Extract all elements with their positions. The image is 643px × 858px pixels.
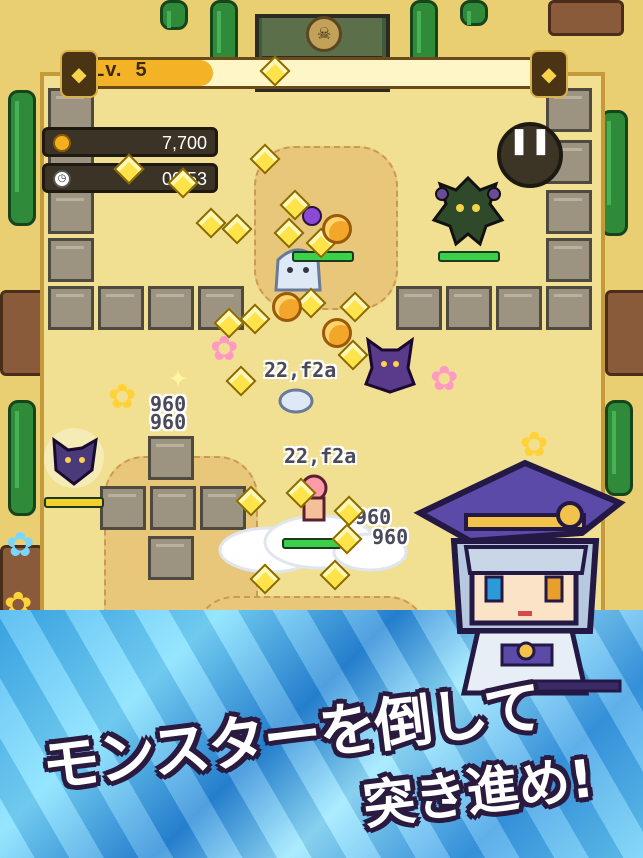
cactus-decoration [160, 0, 188, 30]
rock-decoration [605, 290, 643, 376]
flower-decoration: ✦ [168, 365, 189, 393]
damage-number: 960 [150, 410, 187, 434]
flower-decoration: ✿ [6, 525, 35, 565]
dark-tree-monster [431, 175, 505, 247]
clock-icon: ◷ [53, 170, 71, 188]
gold-coin-icon [322, 214, 352, 244]
coin-counter: 7,700 [42, 127, 218, 157]
stone-block [48, 190, 94, 234]
stone-block [148, 286, 194, 330]
flower-decoration: ✿ [108, 377, 137, 417]
stone-block [546, 190, 592, 234]
stone-block [396, 286, 442, 330]
enemy-hp-bar [438, 251, 500, 262]
rock-decoration [548, 0, 624, 36]
level-ornament-right-icon: ◆ [530, 50, 568, 98]
stone-block [98, 286, 144, 330]
level-text: Lv. 5 [92, 59, 148, 82]
stone-block [446, 286, 492, 330]
stone-block [48, 238, 94, 282]
coin-icon [53, 134, 71, 152]
stone-block [148, 536, 194, 580]
stone-block [546, 238, 592, 282]
gold-coin-icon [272, 292, 302, 322]
stone-block [546, 286, 592, 330]
damage-number: 22,f2a [264, 358, 337, 382]
flower-decoration: ✿ [210, 329, 239, 369]
white-spirit-monster [278, 388, 314, 414]
shadow-beast-monster [44, 428, 104, 488]
stone-block [496, 286, 542, 330]
pause-icon: ❚❚ [508, 126, 552, 156]
skull-emblem-icon: ☠ [306, 16, 342, 52]
flower-decoration: ✿ [430, 359, 459, 399]
cactus-decoration [8, 400, 36, 516]
gold-coin-icon [322, 318, 352, 348]
stone-block [48, 286, 94, 330]
stone-block [150, 486, 196, 530]
cactus-decoration [460, 0, 488, 26]
cactus-decoration [8, 90, 36, 226]
level-ornament-left-icon: ◆ [60, 50, 98, 98]
damage-number: 22,f2a [284, 444, 357, 468]
stone-block [148, 436, 194, 480]
coin-value: 7,700 [161, 133, 207, 153]
level-value: 5 [135, 59, 148, 81]
damage-number: 960 [372, 525, 409, 549]
purple-imp-monster [364, 336, 416, 394]
enemy-hp-bar [44, 497, 104, 508]
